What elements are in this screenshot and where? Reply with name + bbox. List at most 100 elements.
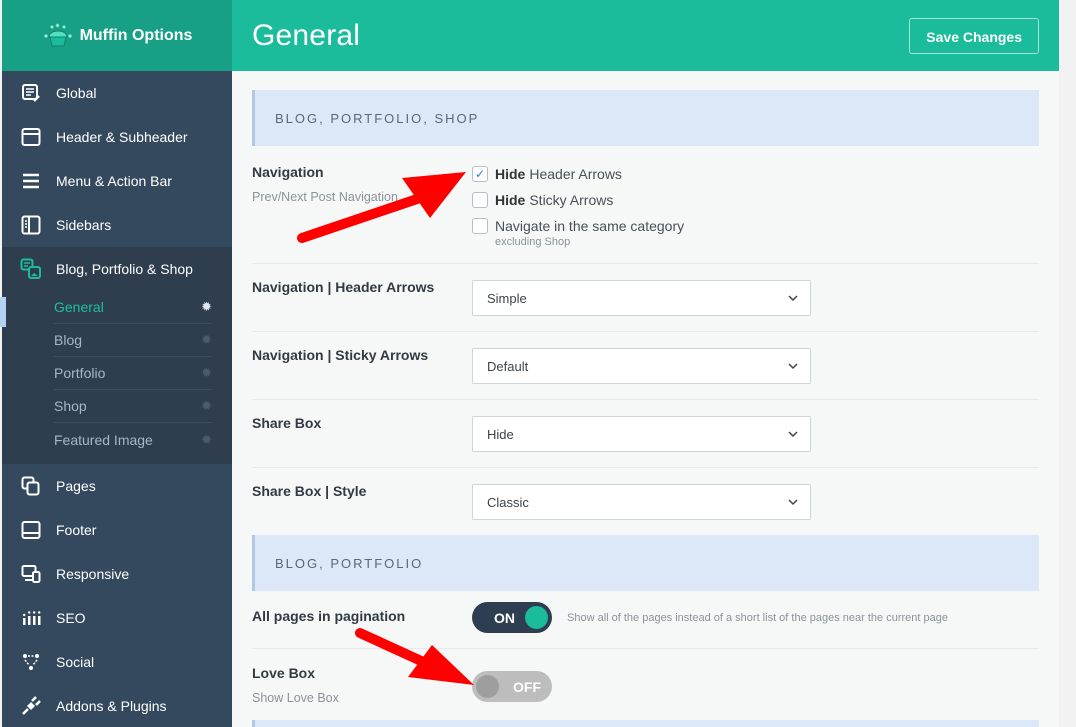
submenu-item-general[interactable]: General ✹	[54, 291, 212, 324]
pages-icon	[20, 475, 42, 497]
logo-text: Muffin Options	[79, 26, 193, 44]
sidebar-item-blog-portfolio-shop[interactable]: Blog, Portfolio & Shop	[2, 247, 232, 291]
submenu-item-featured-image[interactable]: Featured Image ✹	[54, 423, 212, 456]
sidebar-item-label: Footer	[56, 522, 97, 538]
option-label: Navigate in the same category	[495, 218, 685, 234]
sidebar-item-label: Menu & Action Bar	[56, 173, 172, 189]
page-title: General	[252, 18, 361, 52]
sidebar: Muffin Options Global Header & Subheader…	[0, 0, 232, 727]
sidebar-item-label: Social	[56, 654, 95, 670]
sidebar-item-header-subheader[interactable]: Header & Subheader	[2, 115, 232, 159]
share-box-style-select[interactable]: Classic	[472, 484, 811, 520]
header-arrows-select[interactable]: Simple	[472, 280, 811, 316]
gear-icon: ✹	[201, 299, 212, 314]
select-value: Classic	[487, 494, 529, 510]
gear-icon: ✹	[201, 431, 212, 447]
chevron-down-icon	[788, 295, 798, 302]
submenu: General ✹ Blog ✹ Portfolio ✹ Shop ✹ Feat…	[0, 291, 232, 464]
row-title: Navigation | Sticky Arrows	[252, 347, 429, 363]
main-panel: General Save Changes BLOG, PORTFOLIO, SH…	[232, 0, 1059, 727]
row-title: Navigation	[252, 164, 324, 180]
sidebar-item-responsive[interactable]: Responsive	[2, 552, 232, 596]
option-bold: Hide	[495, 166, 526, 182]
submenu-active-indicator	[0, 297, 6, 327]
chevron-down-icon	[788, 363, 798, 370]
submenu-item-label: Portfolio	[54, 365, 106, 381]
checkbox-checked[interactable]: ✓	[472, 166, 488, 182]
select-value: Hide	[487, 426, 514, 442]
submenu-item-label: Shop	[54, 398, 87, 414]
toggle-row: All pages in pagination ON Show all of t…	[252, 591, 1039, 649]
option-note: excluding Shop	[495, 236, 571, 248]
save-changes-button[interactable]: Save Changes	[909, 17, 1039, 54]
love-box-toggle[interactable]: OFF	[472, 671, 552, 702]
select-value: Simple	[487, 290, 527, 306]
row-desc: Show Love Box	[252, 691, 339, 705]
plug-icon	[20, 695, 42, 717]
section-heading-partial	[252, 720, 1039, 727]
row-desc: Prev/Next Post Navigation	[252, 190, 398, 204]
sidebar-item-label: Global	[56, 85, 97, 101]
option-label: Header Arrows	[529, 166, 622, 182]
toggle-state: OFF	[513, 678, 541, 695]
row-title: Share Box | Style	[252, 483, 367, 499]
option-bold: Hide	[495, 192, 526, 208]
section-heading: BLOG, PORTFOLIO	[252, 535, 1039, 591]
sidebar-item-menu-action-bar[interactable]: Menu & Action Bar	[2, 159, 232, 203]
content: BLOG, PORTFOLIO, SHOP Navigation Prev/Ne…	[232, 71, 1059, 727]
sidebar-item-footer[interactable]: Footer	[2, 508, 232, 552]
scrollbar-track[interactable]	[1059, 0, 1076, 727]
sidebar-item-label: SEO	[56, 610, 86, 626]
sidebar-item-label: Blog, Portfolio & Shop	[56, 261, 193, 277]
edit-document-icon	[20, 82, 42, 104]
checkbox-unchecked[interactable]	[472, 218, 488, 234]
row-title: Navigation | Header Arrows	[252, 279, 435, 295]
muffin-logo-icon	[43, 22, 72, 46]
hide-header-arrows-checkbox[interactable]: ✓ Hide Header Arrows	[472, 161, 1039, 187]
sidebar-item-label: Responsive	[56, 566, 130, 582]
submenu-item-shop[interactable]: Shop ✹	[54, 390, 212, 423]
checkbox-unchecked[interactable]	[472, 192, 488, 208]
section-heading: BLOG, PORTFOLIO, SHOP	[252, 90, 1039, 146]
select-row: Share Box Hide	[252, 400, 1039, 468]
hide-sticky-arrows-checkbox[interactable]: Hide Sticky Arrows	[472, 187, 1039, 213]
window-icon	[20, 126, 42, 148]
sidebar-item-label: Header & Subheader	[56, 129, 188, 145]
menu-icon	[20, 170, 42, 192]
option-label: Sticky Arrows	[529, 192, 614, 208]
select-value: Default	[487, 358, 529, 374]
sidebar-item-addons-plugins[interactable]: Addons & Plugins	[2, 684, 232, 727]
gear-icon: ✹	[201, 332, 212, 347]
submenu-item-portfolio[interactable]: Portfolio ✹	[54, 357, 212, 390]
sidebar-item-pages[interactable]: Pages	[2, 464, 232, 508]
select-row: Navigation | Header Arrows Simple	[252, 264, 1039, 332]
submenu-item-label: Featured Image	[54, 431, 153, 448]
submenu-item-label: Blog	[54, 332, 83, 348]
toggle-note: Show all of the pages instead of a short…	[567, 611, 948, 624]
responsive-icon	[20, 563, 42, 585]
gear-icon: ✹	[201, 398, 212, 413]
blog-portfolio-icon	[20, 258, 42, 280]
select-row: Navigation | Sticky Arrows Default	[252, 332, 1039, 400]
footer-icon	[20, 519, 42, 541]
logo[interactable]: Muffin Options	[2, 0, 232, 71]
submenu-item-blog[interactable]: Blog ✹	[54, 324, 212, 357]
select-row: Share Box | Style Classic	[252, 468, 1039, 535]
sidebar-item-label: Sidebars	[56, 217, 112, 233]
all-pages-pagination-toggle[interactable]: ON	[472, 602, 552, 633]
sidebar-item-social[interactable]: Social	[2, 640, 232, 684]
chevron-down-icon	[788, 499, 798, 506]
sidebar-item-label: Addons & Plugins	[56, 698, 167, 714]
share-box-select[interactable]: Hide	[472, 416, 811, 452]
gear-icon: ✹	[201, 365, 212, 380]
submenu-item-label: General	[54, 299, 104, 315]
toggle-knob	[525, 606, 548, 629]
row-title: Share Box	[252, 415, 322, 431]
sidebar-item-global[interactable]: Global	[2, 71, 232, 115]
social-icon	[20, 651, 42, 673]
sidebar-icon	[20, 214, 42, 236]
sticky-arrows-select[interactable]: Default	[472, 348, 811, 384]
sidebar-item-sidebars[interactable]: Sidebars	[2, 203, 232, 247]
sidebar-item-seo[interactable]: SEO	[2, 596, 232, 640]
navigation-row: Navigation Prev/Next Post Navigation ✓ H…	[252, 146, 1039, 264]
